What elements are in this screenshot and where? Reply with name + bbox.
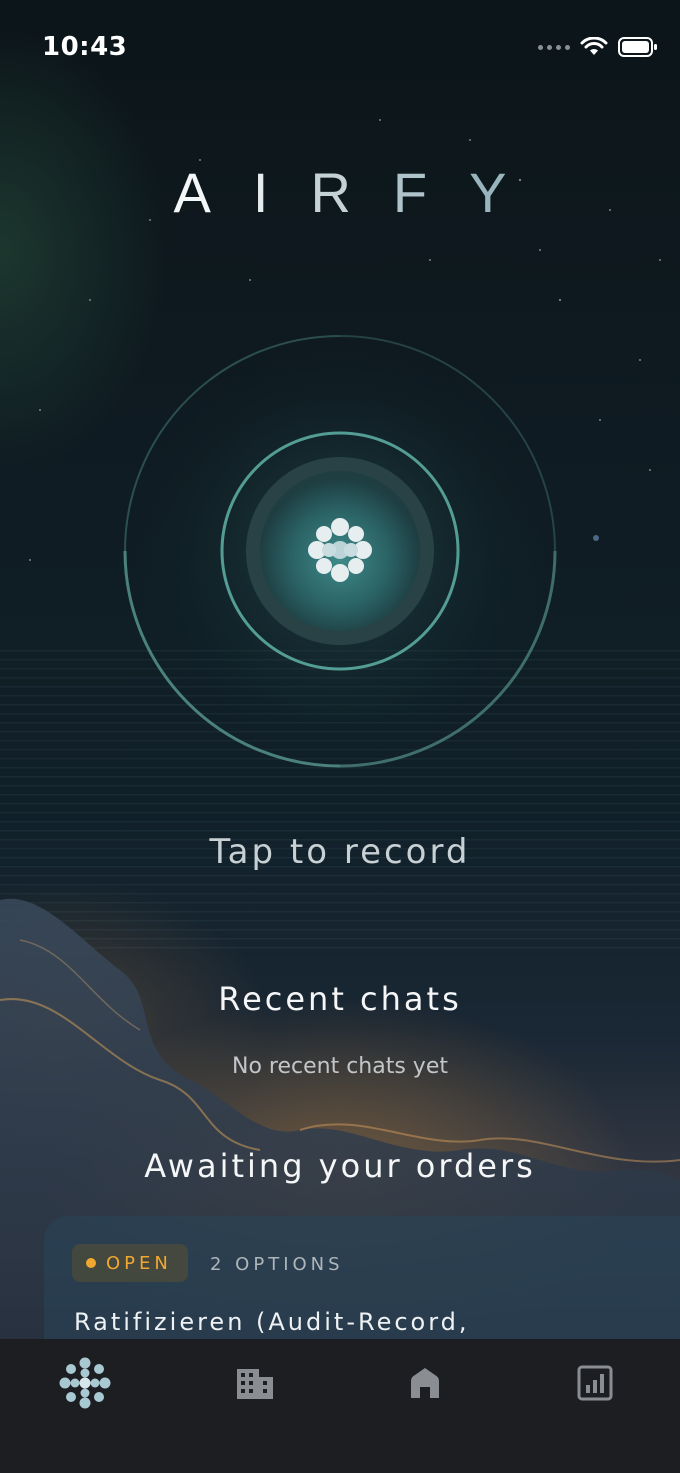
- building-icon: [237, 1369, 273, 1399]
- recent-chats-empty: No recent chats yet: [232, 1054, 448, 1079]
- orders-title: Awaiting your orders: [144, 1147, 536, 1185]
- options-count: 2 OPTIONS: [210, 1254, 344, 1275]
- status-time: 10:43: [42, 32, 128, 62]
- status-dot-icon: [86, 1258, 96, 1268]
- app-logo: AIRFY: [0, 160, 680, 225]
- wifi-icon: [580, 37, 608, 55]
- status-icons: [538, 36, 658, 58]
- tab-stats[interactable]: [510, 1339, 680, 1427]
- app-logo-letter: I: [252, 161, 311, 224]
- status-badge-label: OPEN: [106, 1252, 172, 1274]
- dots-flower-icon: [59, 1357, 111, 1409]
- dots-flower-icon: [308, 518, 372, 582]
- tab-home[interactable]: [340, 1339, 510, 1427]
- tab-bar: [0, 1339, 680, 1473]
- tap-to-record-label[interactable]: Tap to record: [0, 832, 680, 872]
- app-screen: 10:43 AIRFY Tap to record Recent chats N…: [0, 0, 680, 1473]
- chart-icon: [577, 1365, 613, 1401]
- app-logo-letter: F: [392, 161, 470, 224]
- order-card-title: Ratifizieren (Audit-Record,: [74, 1308, 470, 1336]
- signal-dots-icon: [538, 44, 570, 50]
- tab-buildings[interactable]: [170, 1339, 340, 1427]
- tab-assistant[interactable]: [0, 1339, 170, 1427]
- record-button[interactable]: [260, 470, 420, 630]
- battery-icon: [618, 37, 657, 57]
- app-logo-letter: Y: [469, 161, 549, 224]
- recent-chats-title: Recent chats: [218, 980, 462, 1018]
- app-logo-letter: A: [173, 161, 253, 224]
- app-logo-letter: R: [310, 161, 393, 224]
- home-icon: [411, 1368, 439, 1398]
- app-logo-text: AIRFY: [174, 161, 549, 224]
- status-badge: OPEN: [72, 1244, 188, 1282]
